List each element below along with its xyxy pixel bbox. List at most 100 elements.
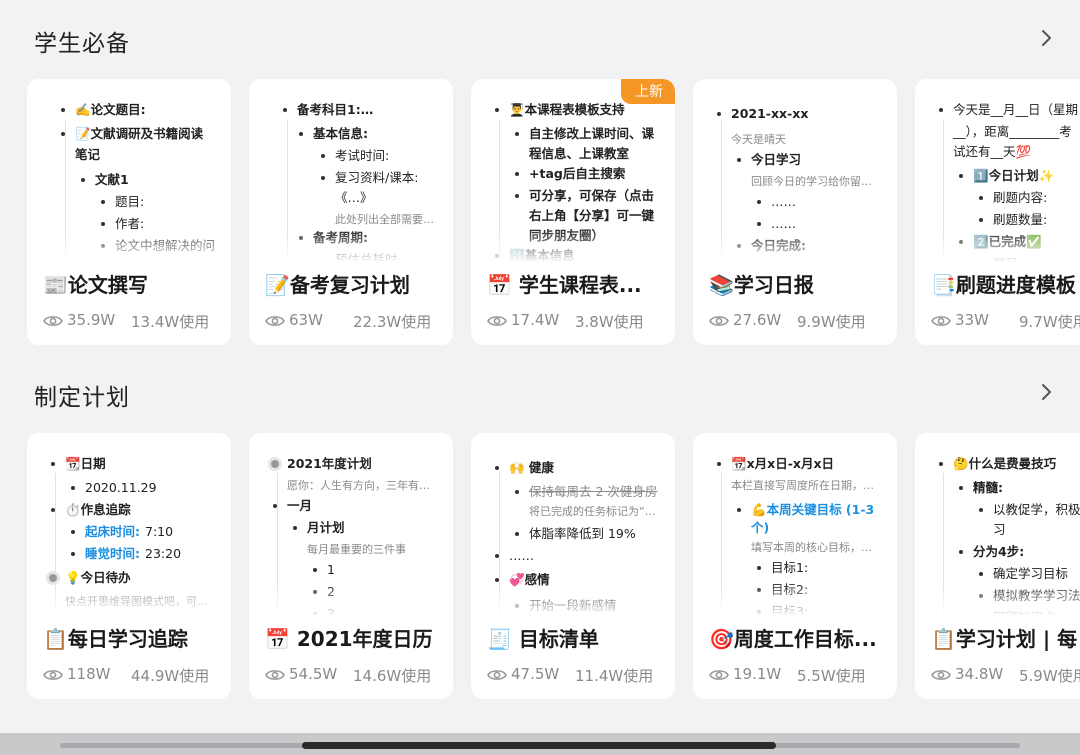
preview-line: ⏱️作息追踪 [65,502,131,517]
use-count: 13.4W使用 [131,313,210,331]
preview-line: 《…》 [335,190,373,205]
preview-line: ✍️论文题目: [75,102,146,117]
chevron-right-icon[interactable] [1036,381,1058,403]
preview-line-value: 7:10 [145,524,174,539]
bullet-dot [51,462,55,466]
bullet-dot [737,508,741,512]
preview-line: 👨‍🎓本课程表模板支持 [509,102,625,117]
preview-line: …… [509,548,534,563]
template-preview: 👨‍🎓本课程表模板支持 自主修改上课时间、课 程信息、上课教室 +tag后自主搜索 可分… [471,79,675,261]
card-title: 📅 2021年度日历 [265,627,433,651]
preview-line: 2021-xx-xx [731,106,809,121]
preview-fade [471,583,675,615]
use-count: 5.9W使用 [1019,667,1080,685]
bottom-scroll-area [0,733,1080,755]
bullet-dot [71,530,75,534]
preview-line: 刷题数量: [993,212,1048,227]
collapsed-bullet [49,574,57,582]
preview-fade [915,229,1080,261]
preview-line: 今天是晴天 [731,133,786,146]
preview-line: 愿你：人生有方向，三年有… [287,479,430,492]
bullet-dot [757,200,761,204]
template-card[interactable]: 备考科目1:…基本信息:考试时间:复习资料/课本:《…》此处列出全部需要…备考周… [249,79,453,345]
use-count: 14.6W使用 [353,667,432,685]
card-title: 📝备考复习计划 [265,273,410,297]
bullet-dot [299,132,303,136]
preview-line: 自主修改上课时间、课 [529,126,655,141]
preview-line: 个) [751,520,770,535]
preview-line-value: 23:20 [145,546,182,561]
eye-icon [265,670,285,680]
template-card[interactable]: 📆x月x日-x月x日 本栏直接写周度所在日期，… 💪本周关键目标 (1-3 个) 填写本… [693,433,897,699]
preview-line: 📝文献调研及书籍阅读 [75,126,204,141]
bullet-dot [51,508,55,512]
view-count: 47.5W [511,665,560,683]
template-preview: 📆日期 2020.11.29 ⏱️作息追踪 起床时间: 7:10 睡觉时间: 23:20 💡今… [27,433,231,615]
preview-fade [915,583,1080,615]
bullet-dot [757,222,761,226]
template-row-plan: 📆日期 2020.11.29 ⏱️作息追踪 起床时间: 7:10 睡觉时间: 23:20 💡今… [0,433,1080,701]
preview-fade [693,229,897,261]
scrollbar-thumb[interactable] [302,742,776,749]
bullet-dot [495,466,499,470]
bullet-dot [979,508,983,512]
preview-line: 填写本周的核心目标，… [751,541,872,554]
preview-line: 保持每周去 2 次健身房 [529,484,658,499]
use-count: 3.8W使用 [575,313,644,331]
template-card[interactable]: 📆日期 2020.11.29 ⏱️作息追踪 起床时间: 7:10 睡觉时间: 23:20 💡今… [27,433,231,699]
template-card[interactable]: 今天是__月__日（星期 __），距离________考 试还有__天💯 1️⃣今日计… [915,79,1080,345]
preview-line: 确定学习目标 [993,566,1069,581]
preview-line: 💪本周关键目标 (1-3 [751,502,875,517]
template-card[interactable]: ✍️论文题目:📝文献调研及书籍阅读笔记文献1题目:作者:论文中想解决的问题:📰论… [27,79,231,345]
bullet-dot [313,568,317,572]
preview-line: 可分享，可保存（点击 [529,188,655,203]
use-count: 22.3W使用 [353,313,432,331]
template-card[interactable]: 🙌 健康 保持每周去 2 次健身房 将已完成的任务标记为“… 体脂率降低到 19% ……… [471,433,675,699]
chevron-right-icon[interactable] [1036,27,1058,49]
preview-line: 月计划 [307,520,345,535]
eye-icon [487,670,507,680]
card-title: 🧾 目标清单 [487,627,599,651]
new-badge: 上新 [621,79,675,104]
template-card[interactable]: 2021年度计划愿你：人生有方向，三年有…一月月计划每月最重要的三件事123📅 … [249,433,453,699]
preview-line: 右上角【分享】可一键 [529,208,655,223]
eye-icon [43,670,63,680]
bullet-dot [515,132,519,136]
preview-line: 睡觉时间: [85,546,140,561]
bullet-dot [717,112,721,116]
card-title: 📚学习日报 [709,273,814,297]
bullet-dot [757,566,761,570]
preview-line: 📆日期 [65,456,106,471]
preview-line: 1️⃣今日计划✨ [973,168,1055,183]
preview-line: 2020.11.29 [85,480,157,495]
preview-line: 每月最重要的三件事 [307,543,406,556]
preview-line: 目标1: [771,560,809,575]
template-preview: 备考科目1:…基本信息:考试时间:复习资料/课本:《…》此处列出全部需要…备考周… [249,79,453,261]
preview-fade [249,583,453,615]
bullet-dot [321,154,325,158]
preview-line: 精髓: [973,480,1003,495]
eye-icon [931,316,951,326]
preview-line: 笔记 [75,147,101,162]
preview-line: 🤔什么是费曼技巧 [953,456,1057,471]
template-preview: 2021年度计划愿你：人生有方向，三年有…一月月计划每月最重要的三件事123 [249,433,453,615]
preview-line: __），距离________考 [953,124,1072,139]
preview-line: 文献1 [95,172,129,187]
preview-fade [27,229,231,261]
bullet-dot [717,462,721,466]
collapsed-bullet [271,460,279,468]
bullet-dot [939,108,943,112]
template-card[interactable]: 🤔什么是费曼技巧精髓:以教促学，积极学习分为4步:确定学习目标模拟教学学习法回顾… [915,433,1080,699]
preview-line: 试还有__天💯 [953,144,1032,159]
eye-icon [709,316,729,326]
bullet-dot [61,132,65,136]
card-title: 📑刷题进度模板 [931,273,1076,297]
preview-line: 以教促学，积极学 [993,502,1080,517]
section-title-student: 学生必备 [34,31,130,57]
template-card[interactable]: 👨‍🎓本课程表模板支持 自主修改上课时间、课 程信息、上课教室 +tag后自主搜索 可分… [471,79,675,345]
preview-line: 本栏直接写周度所在日期，… [731,479,874,492]
bullet-dot [101,222,105,226]
use-count: 11.4W使用 [575,667,654,685]
bullet-dot [81,178,85,182]
template-card[interactable]: 2021-xx-xx今天是晴天今日学习回顾今日的学习给你留……………今日完成:…… [693,79,897,345]
